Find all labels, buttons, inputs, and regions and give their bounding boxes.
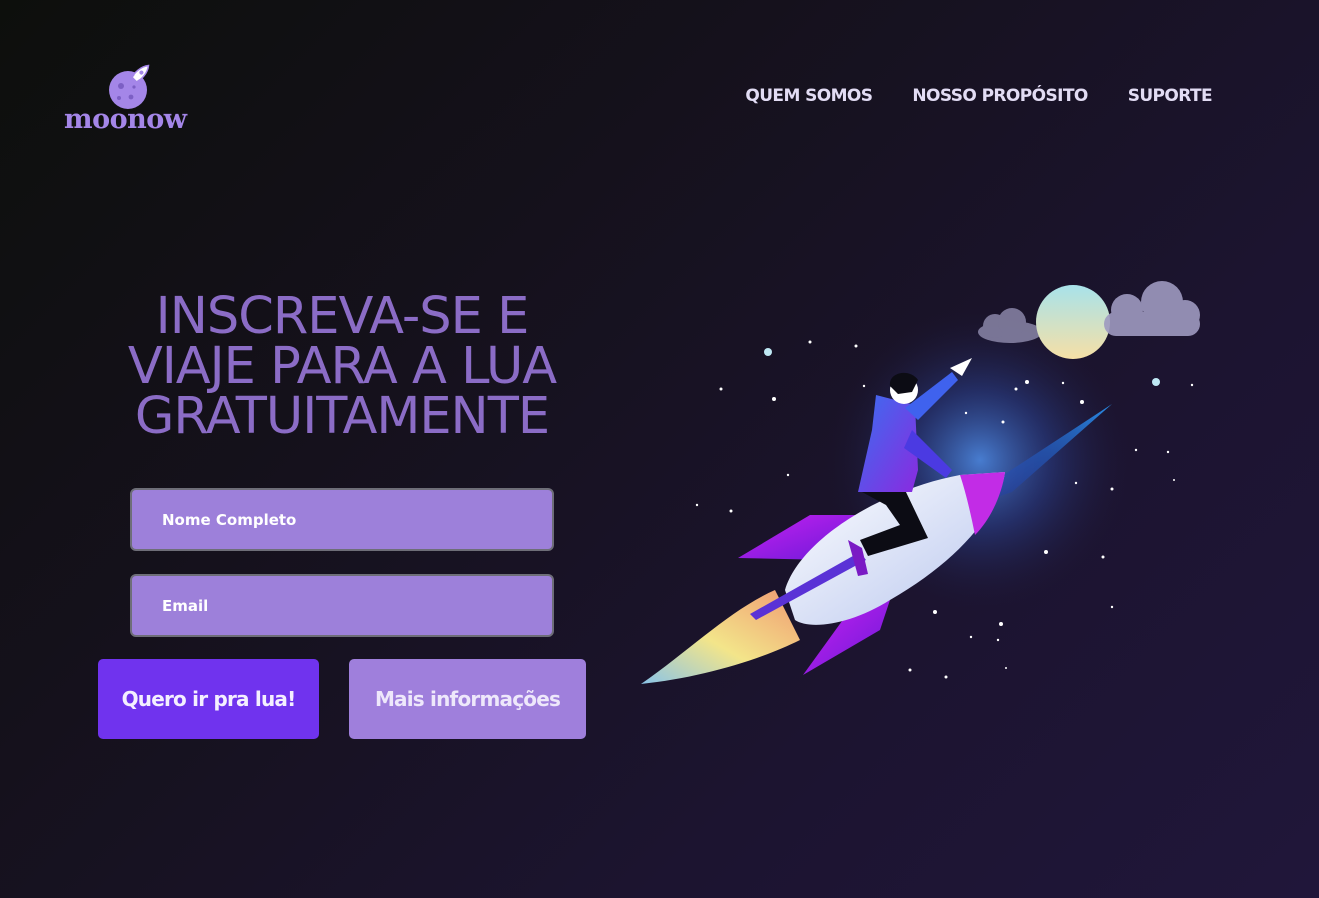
- full-name-input[interactable]: [130, 488, 554, 551]
- brand-name: moonow: [64, 104, 187, 135]
- headline-line-2: VIAJE PARA A LUA: [127, 337, 557, 396]
- signup-button[interactable]: Quero ir pra lua!: [98, 659, 319, 739]
- moon-rocket-icon: [109, 64, 150, 109]
- brand-logo[interactable]: moonow: [64, 60, 204, 140]
- hero-headline: INSCREVA-SE E VIAJE PARA A LUA GRATUITAM…: [92, 287, 592, 446]
- headline-line-3: GRATUITAMENTE: [134, 387, 550, 446]
- main-nav: QUEM SOMOS NOSSO PROPÓSITO SUPORTE: [745, 86, 1212, 106]
- email-input[interactable]: [130, 574, 554, 637]
- headline-line-1: INSCREVA-SE E: [155, 287, 530, 346]
- moon: [1036, 285, 1110, 359]
- nav-item-nosso-proposito[interactable]: NOSSO PROPÓSITO: [912, 86, 1088, 106]
- cloud-right: [1104, 281, 1200, 336]
- more-info-button[interactable]: Mais informações: [349, 659, 586, 739]
- nav-item-quem-somos[interactable]: QUEM SOMOS: [745, 86, 873, 106]
- man-riding-rocket-to-moon-illustration: [641, 281, 1200, 684]
- nav-item-suporte[interactable]: SUPORTE: [1128, 86, 1213, 106]
